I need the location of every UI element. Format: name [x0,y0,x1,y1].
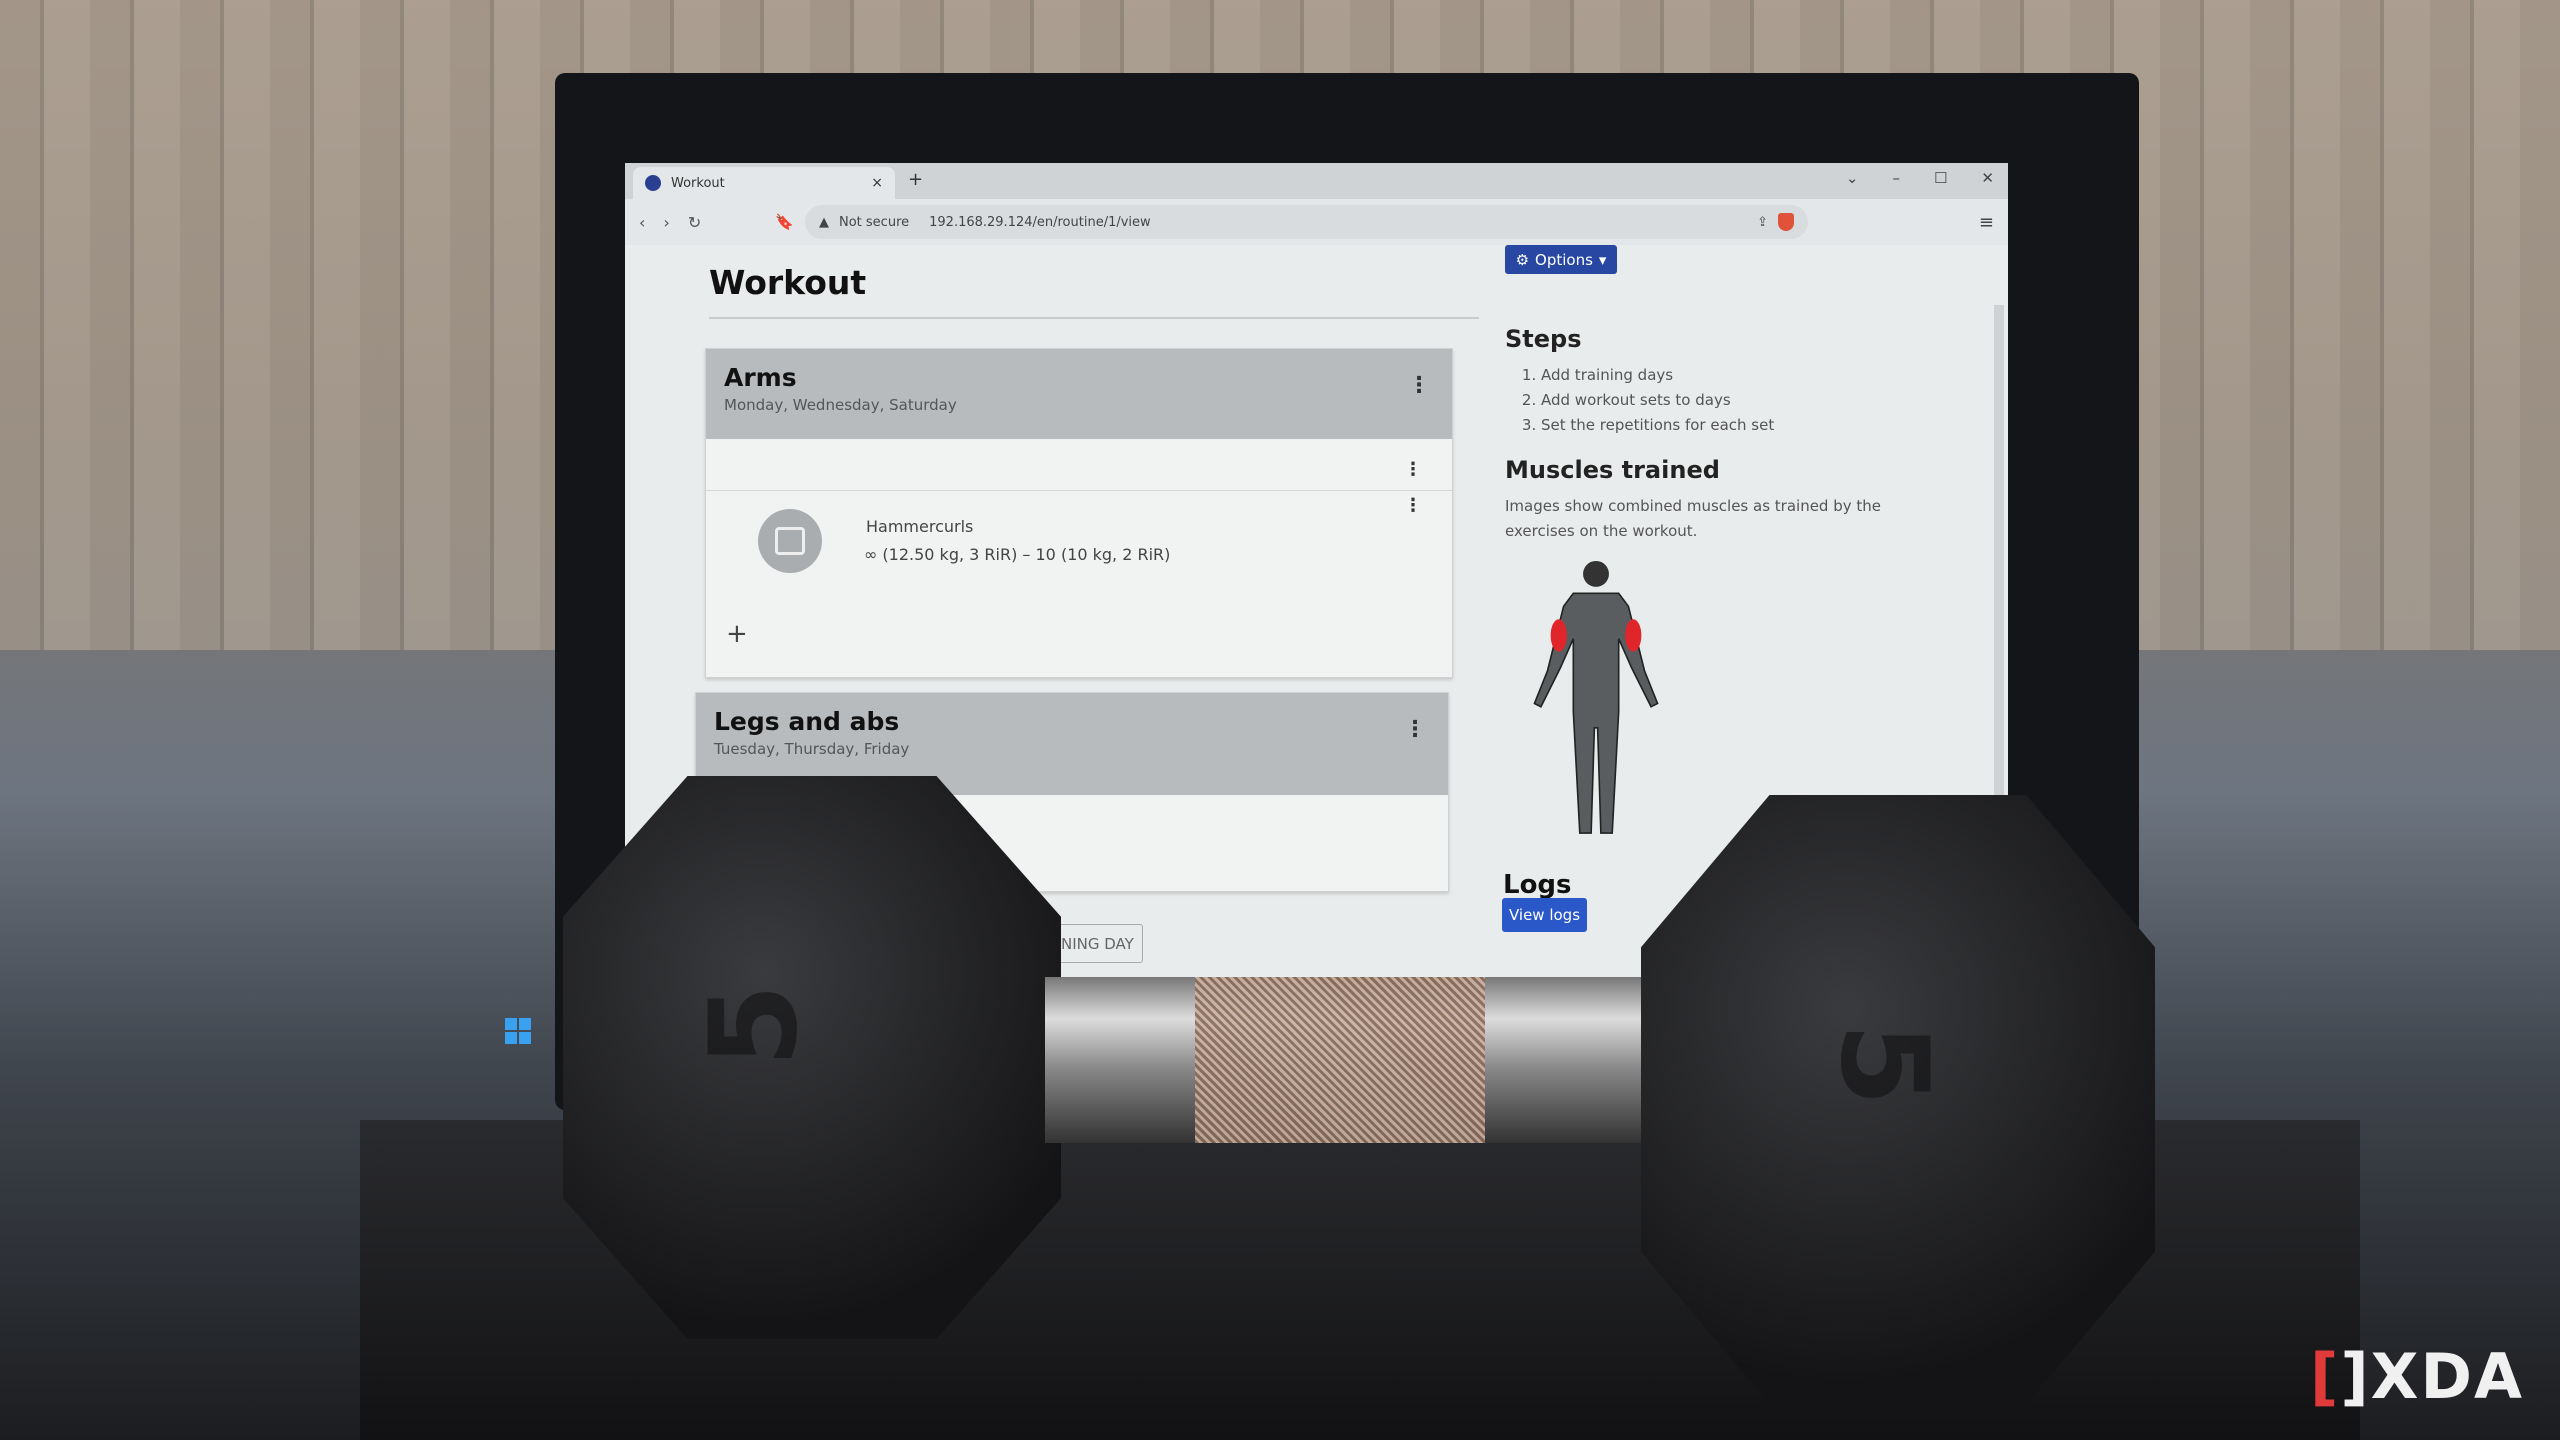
reload-icon[interactable]: ↻ [688,213,701,232]
dumbbell-grip [1195,977,1485,1143]
forward-icon[interactable]: › [663,213,669,232]
page-title: Workout [709,263,867,302]
close-tab-icon[interactable]: × [871,175,883,191]
muscles-heading: Muscles trained [1505,456,1720,484]
url-text: 192.168.29.124/en/routine/1/view [929,214,1151,230]
tab-list-icon[interactable]: ⌄ [1846,169,1859,187]
caret-down-icon: ▾ [1598,250,1607,269]
warning-icon: ▲ [819,214,829,230]
exercise-menu-icon[interactable]: ⋮ [1404,497,1422,515]
day-weekdays: Monday, Wednesday, Saturday [724,396,957,414]
maximize-icon[interactable]: ☐ [1934,169,1947,187]
site-logo-icon [645,175,661,191]
steps-heading: Steps [1505,325,1582,353]
xda-watermark: []XDA [2310,1340,2524,1413]
muscle-diagram [1533,560,1659,834]
minimize-icon[interactable]: – [1892,169,1900,187]
windows-start-icon[interactable] [505,1018,531,1044]
add-set-button[interactable]: + [726,619,748,649]
set-header: ⋮ [706,439,1452,491]
gear-icon: ⚙ [1515,250,1530,269]
left-biceps-highlight [1550,619,1567,652]
weight-number: 5 [685,983,825,1068]
step-item: Add training days [1541,363,1945,388]
address-bar: ‹ › ↻ 🔖 ▲ Not secure 192.168.29.124/en/r… [625,199,2008,245]
back-icon[interactable]: ‹ [639,213,645,232]
day-name: Legs and abs [714,707,900,736]
day-card-arms: Arms Monday, Wednesday, Saturday ⋮ ⋮ Ham… [705,348,1453,678]
day-menu-icon[interactable]: ⋮ [1404,719,1426,741]
tab-bar: Workout × + ⌄ – ☐ ✕ [625,163,2008,199]
dumbbell-right-head: 5 [1641,795,2155,1404]
new-tab-button[interactable]: + [908,169,923,190]
url-input[interactable]: ▲ Not secure 192.168.29.124/en/routine/1… [805,205,1808,239]
view-logs-button[interactable]: View logs [1502,898,1587,932]
brave-shield-icon[interactable] [1778,213,1794,231]
right-biceps-highlight [1625,619,1642,652]
exercise-item: Hammercurls ∞ (12.50 kg, 3 RiR) – 10 (10… [706,491,1452,591]
options-button[interactable]: ⚙ Options ▾ [1505,245,1617,274]
menu-icon[interactable]: ≡ [1979,212,1994,233]
step-item: Add workout sets to days [1541,388,1945,413]
title-divider [709,317,1479,319]
exercise-name[interactable]: Hammercurls [866,517,973,536]
tab-workout[interactable]: Workout × [633,167,895,199]
set-menu-icon[interactable]: ⋮ [1404,461,1422,479]
share-icon[interactable]: ⇪ [1757,215,1768,230]
dumbbell-left-head: 5 [563,776,1061,1339]
day-name: Arms [724,363,797,392]
weight-number: 5 [1813,1022,1953,1107]
day-menu-icon[interactable]: ⋮ [1408,375,1430,397]
steps-list: Add training days Add workout sets to da… [1541,363,1945,438]
options-label: Options [1535,250,1593,269]
bookmark-icon[interactable]: 🔖 [775,213,794,231]
tab-title: Workout [671,175,725,191]
image-placeholder-icon [758,509,822,573]
exercise-sets: ∞ (12.50 kg, 3 RiR) – 10 (10 kg, 2 RiR) [864,545,1171,564]
security-label[interactable]: Not secure [839,215,909,230]
step-item: Set the repetitions for each set [1541,413,1945,438]
close-window-icon[interactable]: ✕ [1981,169,1994,187]
figure-head [1583,560,1609,587]
sidebar: Steps Add training days Add workout sets… [1505,325,1945,544]
muscles-description: Images show combined muscles as trained … [1505,497,1881,540]
day-weekdays: Tuesday, Thursday, Friday [714,740,910,758]
logs-heading: Logs [1503,870,1572,900]
